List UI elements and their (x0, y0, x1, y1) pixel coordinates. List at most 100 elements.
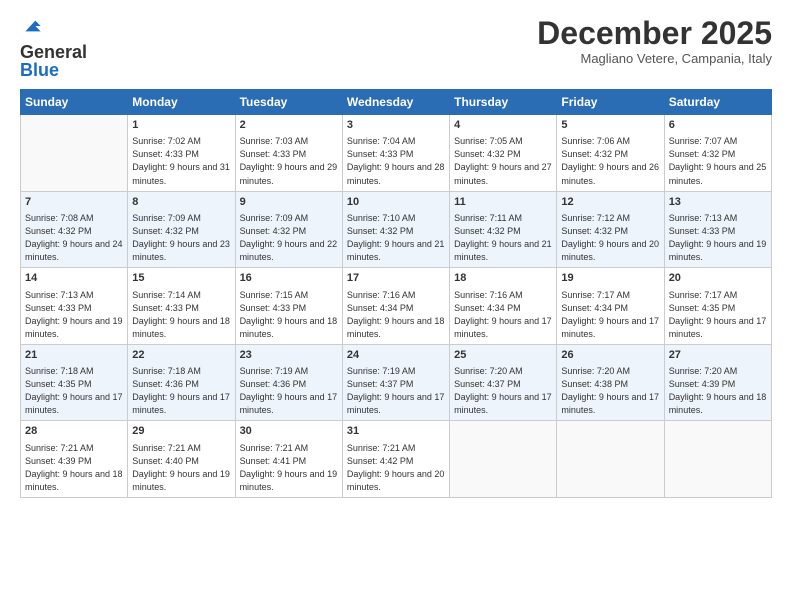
day-number: 25 (454, 348, 552, 363)
header-sunday: Sunday (21, 90, 128, 115)
day-info: Sunrise: 7:17 AMSunset: 4:34 PMDaylight:… (561, 289, 659, 341)
day-info: Sunrise: 7:09 AMSunset: 4:32 PMDaylight:… (132, 212, 230, 264)
day-number: 18 (454, 271, 552, 286)
calendar-cell: 16 Sunrise: 7:15 AMSunset: 4:33 PMDayligh… (235, 268, 342, 345)
day-info: Sunrise: 7:21 AMSunset: 4:41 PMDaylight:… (240, 442, 338, 494)
calendar-cell: 31 Sunrise: 7:21 AMSunset: 4:42 PMDayligh… (342, 421, 449, 498)
day-info: Sunrise: 7:15 AMSunset: 4:33 PMDaylight:… (240, 289, 338, 341)
calendar-cell (664, 421, 771, 498)
calendar-cell: 18 Sunrise: 7:16 AMSunset: 4:34 PMDayligh… (450, 268, 557, 345)
day-info: Sunrise: 7:18 AMSunset: 4:36 PMDaylight:… (132, 365, 230, 417)
day-number: 29 (132, 424, 230, 439)
day-number: 21 (25, 348, 123, 363)
header-monday: Monday (128, 90, 235, 115)
day-info: Sunrise: 7:05 AMSunset: 4:32 PMDaylight:… (454, 135, 552, 187)
calendar-cell: 20 Sunrise: 7:17 AMSunset: 4:35 PMDayligh… (664, 268, 771, 345)
day-info: Sunrise: 7:19 AMSunset: 4:37 PMDaylight:… (347, 365, 445, 417)
day-number: 28 (25, 424, 123, 439)
calendar-week-5: 28 Sunrise: 7:21 AMSunset: 4:39 PMDayligh… (21, 421, 772, 498)
calendar-cell: 19 Sunrise: 7:17 AMSunset: 4:34 PMDayligh… (557, 268, 664, 345)
day-number: 16 (240, 271, 338, 286)
calendar-header-row: Sunday Monday Tuesday Wednesday Thursday… (21, 90, 772, 115)
calendar-cell: 30Sunrise: 7:21 AMSunset: 4:41 PMDayligh… (235, 421, 342, 498)
day-info: Sunrise: 7:16 AMSunset: 4:34 PMDaylight:… (454, 289, 552, 341)
calendar-cell: 26Sunrise: 7:20 AMSunset: 4:38 PMDayligh… (557, 344, 664, 421)
calendar-cell: 7 Sunrise: 7:08 AMSunset: 4:32 PMDaylight… (21, 191, 128, 268)
logo-blue-text: Blue (20, 60, 59, 80)
day-info: Sunrise: 7:16 AMSunset: 4:34 PMDaylight:… (347, 289, 445, 341)
day-info: Sunrise: 7:13 AMSunset: 4:33 PMDaylight:… (669, 212, 767, 264)
logo: General Blue (20, 16, 87, 79)
day-number: 19 (561, 271, 659, 286)
day-info: Sunrise: 7:20 AMSunset: 4:38 PMDaylight:… (561, 365, 659, 417)
day-info: Sunrise: 7:02 AMSunset: 4:33 PMDaylight:… (132, 135, 230, 187)
calendar-cell: 25Sunrise: 7:20 AMSunset: 4:37 PMDayligh… (450, 344, 557, 421)
day-info: Sunrise: 7:12 AMSunset: 4:32 PMDaylight:… (561, 212, 659, 264)
day-info: Sunrise: 7:14 AMSunset: 4:33 PMDaylight:… (132, 289, 230, 341)
calendar-cell: 24 Sunrise: 7:19 AMSunset: 4:37 PMDayligh… (342, 344, 449, 421)
day-info: Sunrise: 7:21 AMSunset: 4:40 PMDaylight:… (132, 442, 230, 494)
calendar-cell: 11 Sunrise: 7:11 AMSunset: 4:32 PMDayligh… (450, 191, 557, 268)
logo-general-text: General (20, 42, 87, 62)
month-title: December 2025 (537, 16, 772, 51)
calendar-week-1: 1 Sunrise: 7:02 AMSunset: 4:33 PMDaylight… (21, 115, 772, 192)
day-number: 14 (25, 271, 123, 286)
calendar-cell: 2Sunrise: 7:03 AMSunset: 4:33 PMDaylight… (235, 115, 342, 192)
day-number: 13 (669, 195, 767, 210)
calendar-cell: 29 Sunrise: 7:21 AMSunset: 4:40 PMDayligh… (128, 421, 235, 498)
day-number: 27 (669, 348, 767, 363)
logo-icon (22, 16, 42, 36)
day-number: 8 (132, 195, 230, 210)
day-info: Sunrise: 7:08 AMSunset: 4:32 PMDaylight:… (25, 212, 123, 264)
calendar-cell: 23 Sunrise: 7:19 AMSunset: 4:36 PMDayligh… (235, 344, 342, 421)
day-number: 24 (347, 348, 445, 363)
day-number: 1 (132, 118, 230, 133)
day-info: Sunrise: 7:06 AMSunset: 4:32 PMDaylight:… (561, 135, 659, 187)
day-info: Sunrise: 7:21 AMSunset: 4:42 PMDaylight:… (347, 442, 445, 494)
page-header: General Blue December 2025 Magliano Vete… (20, 16, 772, 79)
day-info: Sunrise: 7:13 AMSunset: 4:33 PMDaylight:… (25, 289, 123, 341)
calendar-cell: 8 Sunrise: 7:09 AMSunset: 4:32 PMDaylight… (128, 191, 235, 268)
calendar-cell: 4Sunrise: 7:05 AMSunset: 4:32 PMDaylight… (450, 115, 557, 192)
calendar-cell: 13 Sunrise: 7:13 AMSunset: 4:33 PMDayligh… (664, 191, 771, 268)
day-number: 7 (25, 195, 123, 210)
calendar-cell: 17 Sunrise: 7:16 AMSunset: 4:34 PMDayligh… (342, 268, 449, 345)
calendar-cell: 21 Sunrise: 7:18 AMSunset: 4:35 PMDayligh… (21, 344, 128, 421)
calendar-cell: 22Sunrise: 7:18 AMSunset: 4:36 PMDayligh… (128, 344, 235, 421)
day-info: Sunrise: 7:11 AMSunset: 4:32 PMDaylight:… (454, 212, 552, 264)
day-number: 9 (240, 195, 338, 210)
calendar-week-3: 14 Sunrise: 7:13 AMSunset: 4:33 PMDayligh… (21, 268, 772, 345)
calendar-cell: 1 Sunrise: 7:02 AMSunset: 4:33 PMDaylight… (128, 115, 235, 192)
day-info: Sunrise: 7:10 AMSunset: 4:32 PMDaylight:… (347, 212, 445, 264)
calendar-cell: 5Sunrise: 7:06 AMSunset: 4:32 PMDaylight… (557, 115, 664, 192)
calendar-cell: 28 Sunrise: 7:21 AMSunset: 4:39 PMDayligh… (21, 421, 128, 498)
day-info: Sunrise: 7:09 AMSunset: 4:32 PMDaylight:… (240, 212, 338, 264)
day-info: Sunrise: 7:18 AMSunset: 4:35 PMDaylight:… (25, 365, 123, 417)
day-number: 17 (347, 271, 445, 286)
day-number: 20 (669, 271, 767, 286)
day-number: 31 (347, 424, 445, 439)
day-info: Sunrise: 7:21 AMSunset: 4:39 PMDaylight:… (25, 442, 123, 494)
calendar-cell (21, 115, 128, 192)
day-number: 15 (132, 271, 230, 286)
header-wednesday: Wednesday (342, 90, 449, 115)
header-thursday: Thursday (450, 90, 557, 115)
day-number: 6 (669, 118, 767, 133)
calendar-week-4: 21 Sunrise: 7:18 AMSunset: 4:35 PMDayligh… (21, 344, 772, 421)
header-saturday: Saturday (664, 90, 771, 115)
title-block: December 2025 Magliano Vetere, Campania,… (537, 16, 772, 66)
calendar-cell: 27Sunrise: 7:20 AMSunset: 4:39 PMDayligh… (664, 344, 771, 421)
calendar-cell: 15 Sunrise: 7:14 AMSunset: 4:33 PMDayligh… (128, 268, 235, 345)
day-number: 11 (454, 195, 552, 210)
day-info: Sunrise: 7:04 AMSunset: 4:33 PMDaylight:… (347, 135, 445, 187)
day-info: Sunrise: 7:19 AMSunset: 4:36 PMDaylight:… (240, 365, 338, 417)
day-info: Sunrise: 7:17 AMSunset: 4:35 PMDaylight:… (669, 289, 767, 341)
day-number: 10 (347, 195, 445, 210)
calendar-cell (450, 421, 557, 498)
calendar-table: Sunday Monday Tuesday Wednesday Thursday… (20, 89, 772, 498)
calendar-cell: 9 Sunrise: 7:09 AMSunset: 4:32 PMDaylight… (235, 191, 342, 268)
day-number: 23 (240, 348, 338, 363)
calendar-cell: 14 Sunrise: 7:13 AMSunset: 4:33 PMDayligh… (21, 268, 128, 345)
calendar-cell: 12Sunrise: 7:12 AMSunset: 4:32 PMDayligh… (557, 191, 664, 268)
calendar-cell (557, 421, 664, 498)
